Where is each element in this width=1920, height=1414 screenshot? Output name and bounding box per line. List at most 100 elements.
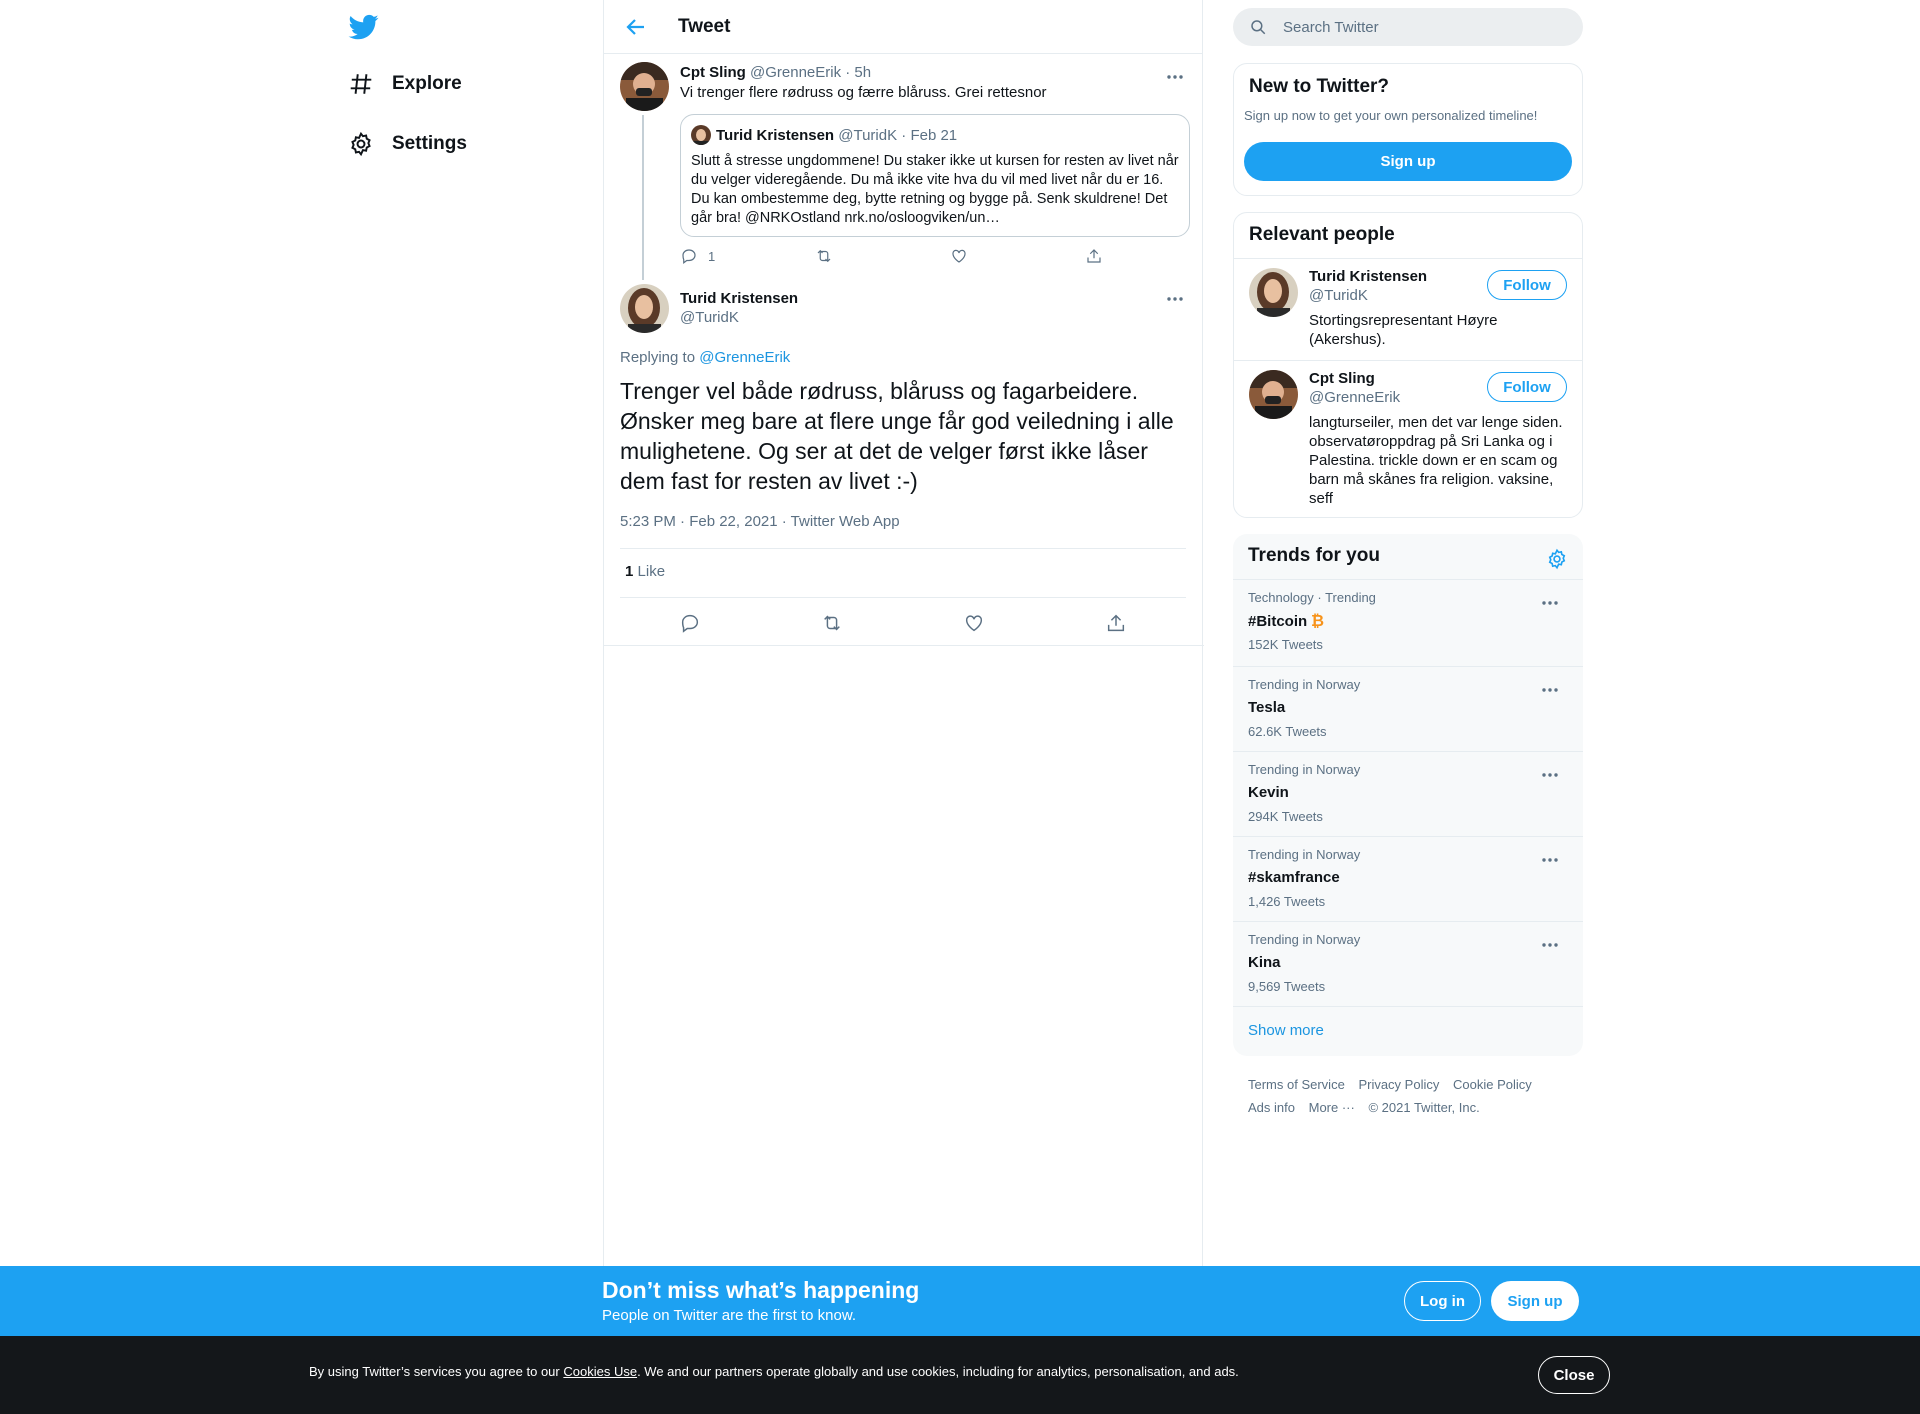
- footer-links: Terms of Service Privacy Policy Cookie P…: [1248, 1073, 1578, 1119]
- new-to-twitter-card: New to Twitter? Sign up now to get your …: [1233, 63, 1583, 196]
- author-name[interactable]: Turid Kristensen: [680, 290, 798, 307]
- follow-button[interactable]: Follow: [1487, 372, 1567, 402]
- replying-to-label: Replying to: [620, 349, 696, 366]
- replying-to-link[interactable]: @GrenneErik: [699, 349, 790, 366]
- divider: [1234, 360, 1582, 361]
- avatar[interactable]: [1249, 268, 1298, 317]
- sign-up-button[interactable]: Sign up: [1491, 1281, 1579, 1321]
- tweet-header-line: Cpt Sling @GrenneErik · 5h: [680, 64, 871, 81]
- twitter-bird-icon[interactable]: [348, 12, 380, 42]
- divider: [1234, 258, 1582, 259]
- ads-info-link[interactable]: Ads info: [1248, 1100, 1295, 1115]
- tweet-timestamp[interactable]: 5:23 PM · Feb 22, 2021 · Twitter Web App: [620, 513, 900, 530]
- card-subtitle: Sign up now to get your own personalized…: [1244, 108, 1538, 123]
- reply-button[interactable]: 1: [680, 247, 715, 265]
- like-count-label: Like: [637, 563, 666, 580]
- person-name[interactable]: Turid Kristensen: [1309, 268, 1427, 285]
- divider: [620, 548, 1186, 549]
- more-icon[interactable]: [1539, 770, 1561, 780]
- trend-name: #skamfrance: [1248, 869, 1340, 886]
- quote-author-name: Turid Kristensen: [716, 126, 835, 144]
- nav-explore[interactable]: Explore: [348, 64, 462, 104]
- like-count[interactable]: 1 Like: [625, 563, 665, 580]
- more-icon[interactable]: [1539, 598, 1561, 608]
- show-more-row[interactable]: Show more: [1233, 1006, 1583, 1056]
- trend-category: Trending in Norway: [1248, 932, 1361, 947]
- avatar[interactable]: [620, 284, 669, 333]
- trend-count: 1,426 Tweets: [1248, 894, 1326, 909]
- share-button[interactable]: [1085, 247, 1103, 265]
- quote-text: Slutt å stresse ungdommene! Du staker ik…: [691, 153, 1179, 226]
- close-button[interactable]: Close: [1538, 1356, 1610, 1394]
- privacy-link[interactable]: Privacy Policy: [1358, 1077, 1439, 1092]
- cookie-text: By using Twitter’s services you agree to…: [309, 1364, 1239, 1379]
- trend-count: 9,569 Tweets: [1248, 979, 1326, 994]
- more-icon[interactable]: [1539, 685, 1561, 695]
- quote-date: · Feb 21: [901, 126, 958, 144]
- log-in-button[interactable]: Log in: [1404, 1281, 1481, 1321]
- replying-to: Replying to @GrenneErik: [620, 349, 790, 366]
- trend-item[interactable]: Trending in Norway Tesla 62.6K Tweets: [1233, 666, 1583, 751]
- card-title: Relevant people: [1249, 224, 1395, 245]
- trend-category: Technology · Trending: [1248, 590, 1376, 605]
- retweet-icon[interactable]: [821, 612, 843, 634]
- nav-settings[interactable]: Settings: [348, 124, 467, 164]
- avatar[interactable]: [620, 62, 669, 111]
- search-input[interactable]: [1283, 18, 1543, 36]
- cookie-policy-link[interactable]: Cookie Policy: [1453, 1077, 1532, 1092]
- author-name[interactable]: Cpt Sling: [680, 64, 746, 81]
- person-item[interactable]: Turid Kristensen @TuridK Follow Storting…: [1249, 268, 1567, 358]
- back-arrow-icon[interactable]: [624, 15, 648, 39]
- trend-category: Trending in Norway: [1248, 762, 1361, 777]
- svg-text:₿: ₿: [1311, 612, 1324, 628]
- share-icon: [1087, 249, 1101, 263]
- author-handle[interactable]: @TuridK: [680, 309, 739, 326]
- person-handle[interactable]: @GrenneErik: [1309, 389, 1400, 406]
- cookie-suffix: . We and our partners operate globally a…: [637, 1364, 1239, 1379]
- relevant-people-card: Relevant people Turid Kristensen @TuridK…: [1233, 212, 1583, 518]
- tweet-column: Tweet Cpt Sling @GrenneErik · 5h Vi tren…: [603, 0, 1204, 1414]
- page-title: Tweet: [678, 15, 731, 37]
- trend-name: Kina: [1248, 954, 1281, 971]
- more-icon[interactable]: [1539, 855, 1561, 865]
- card-title: New to Twitter?: [1249, 76, 1390, 97]
- more-icon[interactable]: [1539, 940, 1561, 950]
- tweet-time[interactable]: · 5h: [845, 64, 871, 81]
- quote-author-handle: @TuridK: [838, 126, 898, 144]
- thread-line: [642, 115, 644, 280]
- person-name[interactable]: Cpt Sling: [1309, 370, 1375, 387]
- person-handle[interactable]: @TuridK: [1309, 287, 1368, 304]
- follow-button[interactable]: Follow: [1487, 270, 1567, 300]
- more-icon[interactable]: [1164, 72, 1186, 82]
- copyright: © 2021 Twitter, Inc.: [1368, 1100, 1480, 1115]
- trend-item[interactable]: Technology · Trending #Bitcoin ₿ 152K Tw…: [1233, 579, 1583, 664]
- cookies-use-link[interactable]: Cookies Use: [563, 1364, 637, 1379]
- trend-count: 62.6K Tweets: [1248, 724, 1327, 739]
- banner-title: Don’t miss what’s happening: [602, 1277, 920, 1303]
- more-icon[interactable]: [1164, 294, 1186, 304]
- person-item[interactable]: Cpt Sling @GrenneErik Follow langturseil…: [1249, 370, 1567, 510]
- more-link[interactable]: More ···: [1309, 1100, 1355, 1115]
- trend-item[interactable]: Trending in Norway #skamfrance 1,426 Twe…: [1233, 836, 1583, 921]
- reply-icon[interactable]: [679, 612, 701, 634]
- author-handle[interactable]: @GrenneErik: [750, 64, 841, 81]
- trend-item[interactable]: Trending in Norway Kina 9,569 Tweets: [1233, 921, 1583, 1006]
- reply-count: 1: [708, 248, 716, 264]
- trend-item[interactable]: Trending in Norway Kevin 294K Tweets: [1233, 751, 1583, 836]
- sign-up-button[interactable]: Sign up: [1244, 142, 1572, 181]
- retweet-button[interactable]: [815, 247, 833, 265]
- bitcoin-icon: ₿: [1311, 611, 1324, 630]
- search-icon: [1251, 20, 1266, 35]
- share-icon[interactable]: [1105, 612, 1127, 634]
- show-more-link[interactable]: Show more: [1248, 1022, 1324, 1039]
- trend-name: Tesla: [1248, 699, 1286, 716]
- quoted-tweet[interactable]: Turid Kristensen @TuridK · Feb 21 Slutt …: [680, 114, 1190, 237]
- search-box[interactable]: [1233, 8, 1583, 46]
- heart-icon[interactable]: [963, 612, 985, 634]
- terms-link[interactable]: Terms of Service: [1248, 1077, 1345, 1092]
- gear-icon[interactable]: [1546, 548, 1568, 570]
- like-button[interactable]: [950, 247, 968, 265]
- person-bio: langturseiler, men det var lenge siden. …: [1309, 414, 1563, 507]
- trend-category: Trending in Norway: [1248, 677, 1361, 692]
- avatar[interactable]: [1249, 370, 1298, 419]
